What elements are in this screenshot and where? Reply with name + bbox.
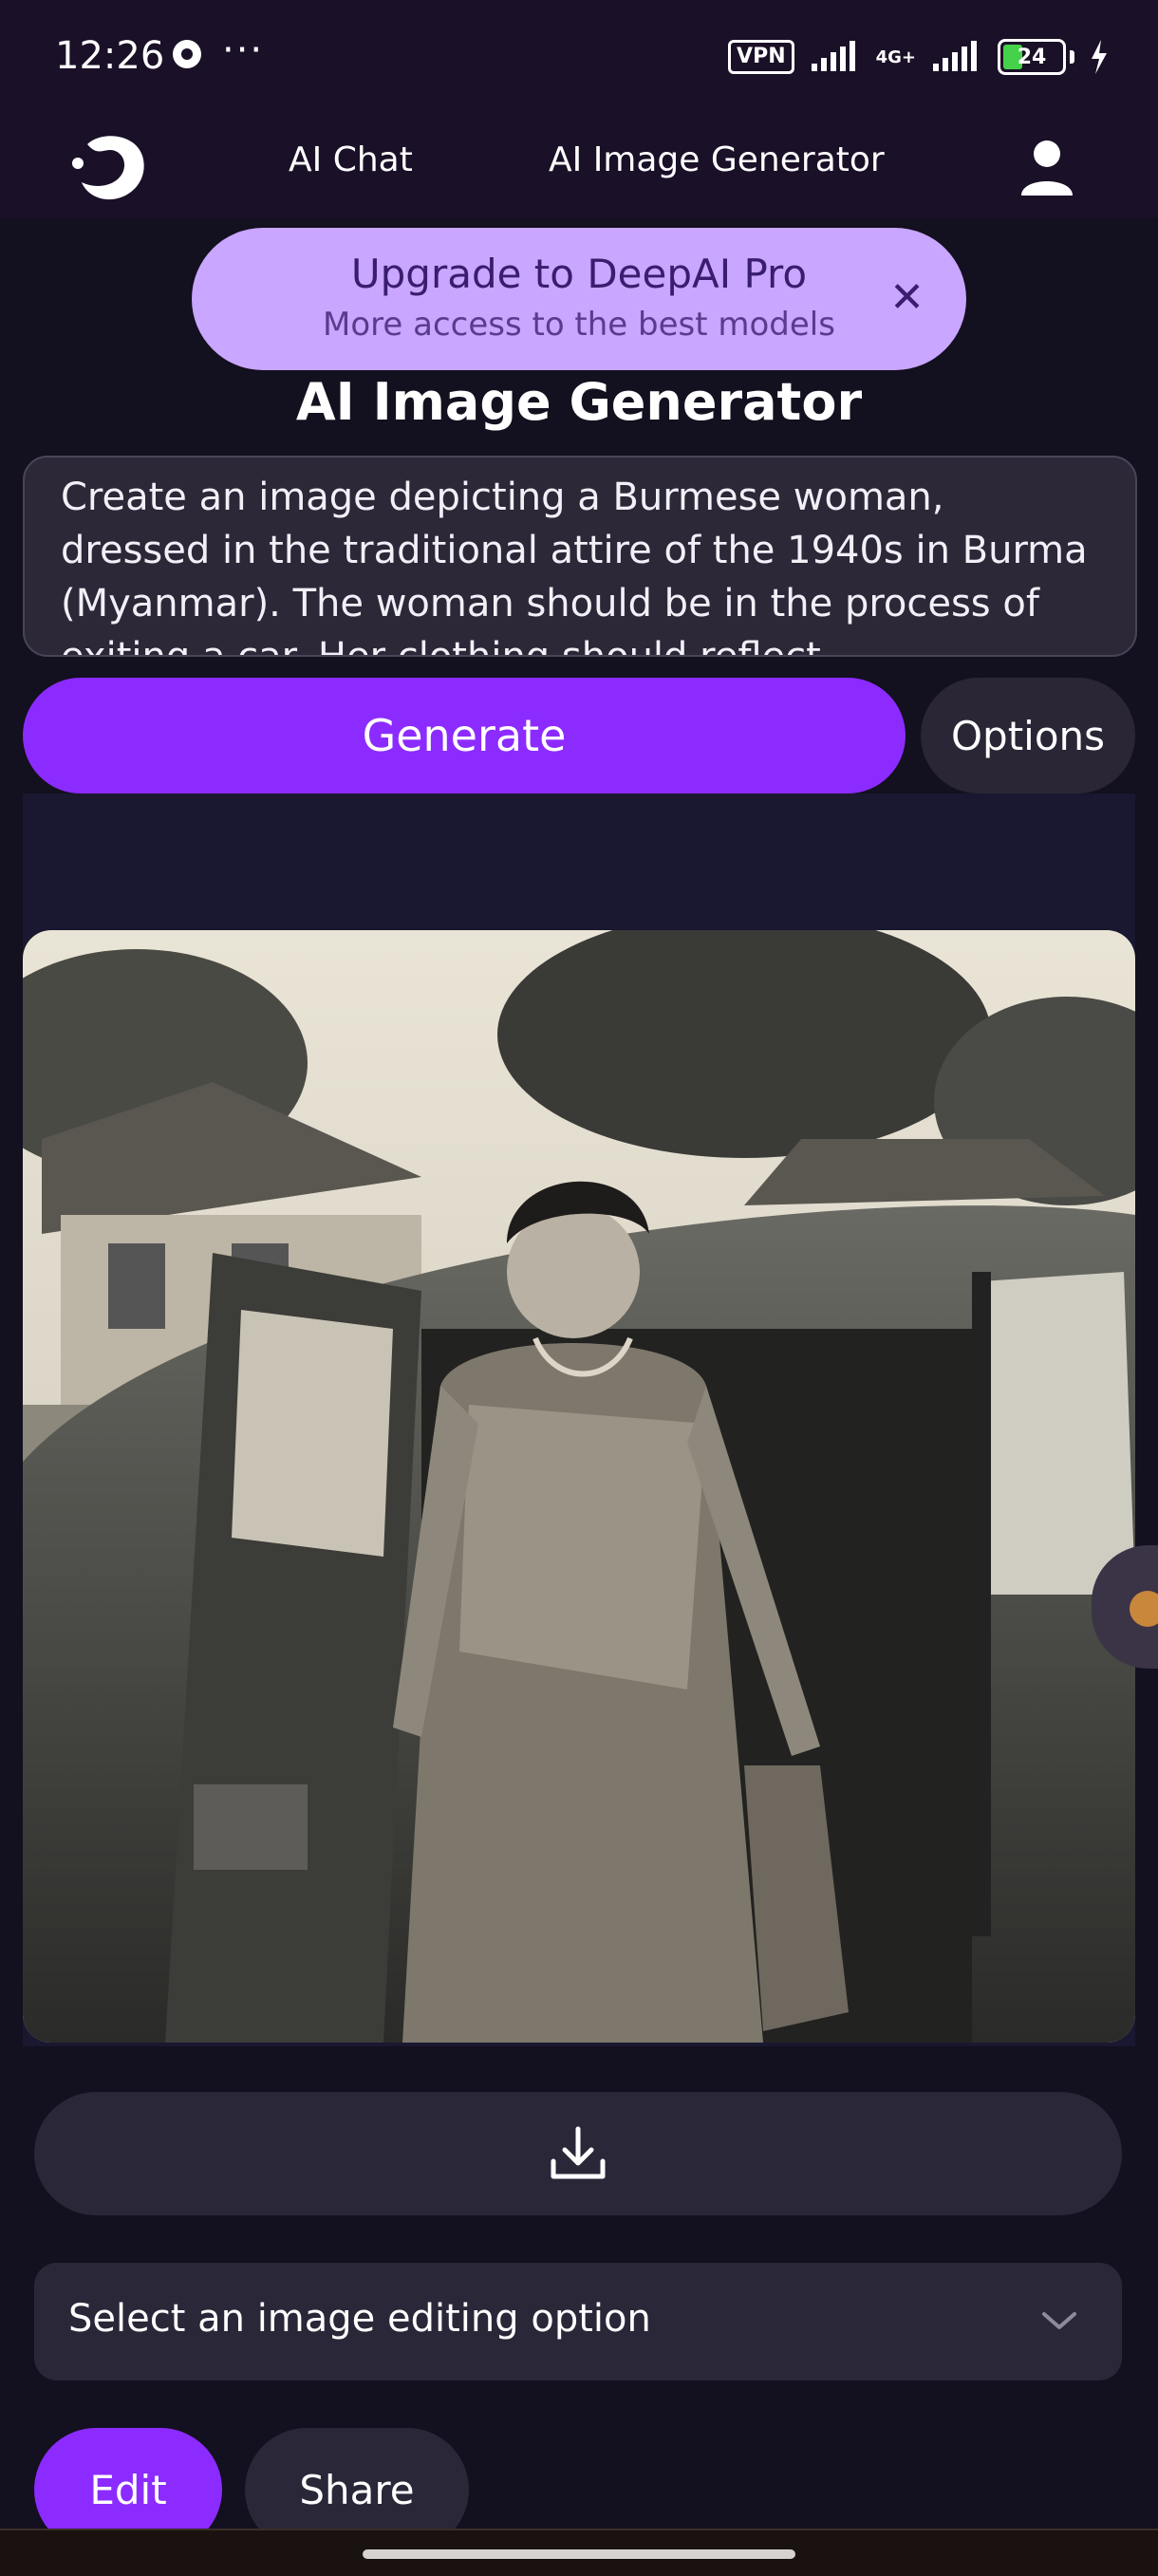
upgrade-promo-banner[interactable]: Upgrade to DeepAI Pro More access to the…	[192, 228, 966, 370]
battery-icon: 24	[998, 39, 1066, 75]
generated-image-illustration	[23, 930, 1135, 2043]
system-nav-bar	[0, 2529, 1158, 2576]
promo-subtitle: More access to the best models	[323, 306, 835, 344]
deepai-logo-icon[interactable]	[68, 123, 152, 207]
battery-level: 24	[1017, 45, 1047, 69]
signal-icon	[811, 41, 855, 71]
status-bar: 12:26 ··· VPN 4G+ 24	[0, 0, 1158, 104]
home-indicator[interactable]	[363, 2549, 795, 2559]
prompt-text[interactable]: Create an image depicting a Burmese woma…	[61, 471, 1095, 655]
image-editing-select[interactable]: Select an image editing option	[34, 2263, 1122, 2380]
signal-icon-2	[933, 41, 977, 71]
vpn-badge: VPN	[728, 40, 794, 74]
status-time: 12:26	[55, 34, 165, 78]
network-type: 4G+	[875, 47, 916, 67]
generated-image[interactable]	[23, 930, 1135, 2043]
generate-button[interactable]: Generate	[23, 678, 906, 793]
user-profile-icon[interactable]	[1019, 137, 1074, 197]
close-icon[interactable]: ✕	[889, 273, 925, 322]
status-right-group: VPN 4G+ 24	[728, 36, 1109, 78]
options-button[interactable]: Options	[921, 678, 1135, 793]
promo-title: Upgrade to DeepAI Pro	[350, 251, 808, 297]
image-editing-select-label: Select an image editing option	[68, 2297, 651, 2341]
download-button[interactable]	[34, 2092, 1122, 2215]
floating-assistant-icon[interactable]	[1130, 1591, 1158, 1627]
more-notifications-icon: ···	[222, 28, 265, 72]
prompt-textarea[interactable]: Create an image depicting a Burmese woma…	[23, 456, 1137, 657]
nav-ai-chat-link[interactable]: AI Chat	[289, 140, 413, 179]
page-title: AI Image Generator	[295, 372, 863, 432]
download-icon	[551, 2126, 606, 2179]
charging-bolt-icon	[1092, 40, 1107, 74]
chevron-down-icon	[1042, 2312, 1076, 2329]
chrome-icon	[173, 40, 201, 68]
nav-ai-image-generator-link[interactable]: AI Image Generator	[549, 140, 885, 179]
top-nav: AI Chat AI Image Generator	[0, 104, 1158, 218]
